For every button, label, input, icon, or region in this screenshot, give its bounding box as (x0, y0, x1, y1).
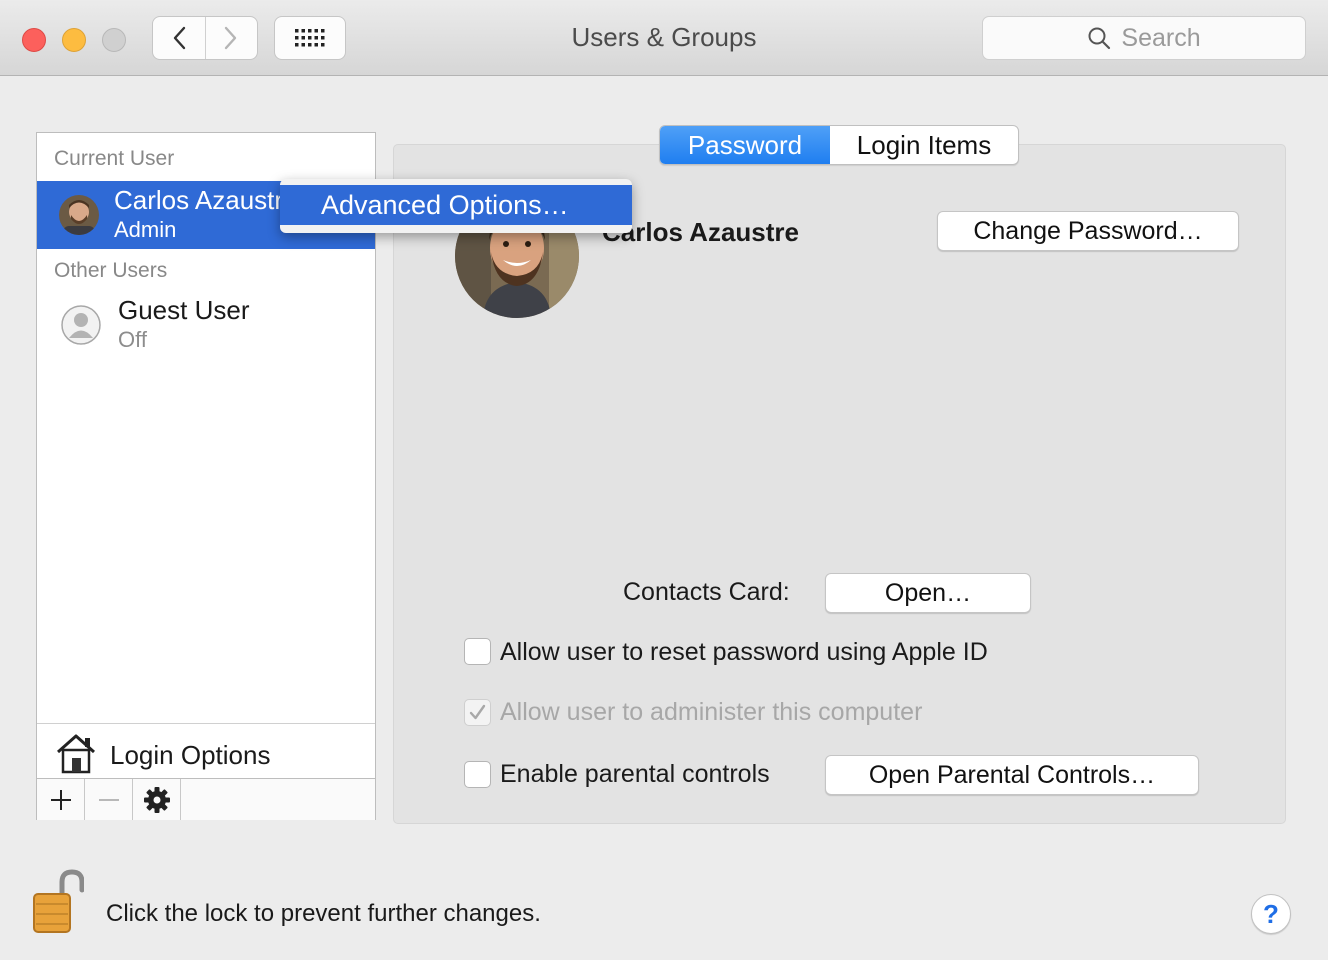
open-parental-controls-button[interactable]: Open Parental Controls… (825, 755, 1199, 795)
action-menu-button[interactable] (133, 779, 181, 820)
gear-icon (143, 786, 170, 813)
titlebar: Users & Groups Search (0, 0, 1328, 76)
remove-user-button[interactable] (85, 779, 133, 820)
user-name: Carlos Azaustre (114, 185, 284, 215)
user-name: Guest User (118, 295, 250, 325)
search-icon (1088, 27, 1111, 50)
tab-password[interactable]: Password (660, 126, 830, 164)
add-user-button[interactable] (37, 779, 85, 820)
tab-bar: Password Login Items (659, 125, 1019, 165)
minus-icon (98, 798, 119, 801)
tab-login-items[interactable]: Login Items (830, 126, 1018, 164)
contacts-card-label: Contacts Card: (623, 578, 790, 606)
sidebar-toolbar (37, 778, 375, 820)
context-menu: Advanced Options… (280, 179, 632, 233)
menu-item-advanced-options[interactable]: Advanced Options… (280, 185, 632, 225)
change-password-button[interactable]: Change Password… (937, 211, 1239, 251)
current-user-header: Current User (54, 147, 175, 170)
lock-status-text: Click the lock to prevent further change… (106, 900, 541, 927)
guest-avatar-icon (61, 305, 101, 345)
other-users-header: Other Users (54, 259, 168, 282)
lock-button[interactable] (32, 868, 85, 939)
help-button[interactable]: ? (1251, 894, 1291, 934)
users-sidebar: Current User Carlos Azaustre Admin Other… (36, 132, 376, 820)
allow-admin-checkbox[interactable] (464, 699, 491, 726)
login-options-label: Login Options (110, 740, 271, 770)
open-contacts-button[interactable]: Open… (825, 573, 1031, 613)
avatar (59, 195, 99, 235)
lock-open-icon (33, 869, 85, 933)
allow-reset-label: Allow user to reset password using Apple… (500, 638, 988, 666)
parental-controls-checkbox[interactable] (464, 761, 491, 788)
plus-icon (50, 789, 71, 810)
allow-admin-label: Allow user to administer this computer (500, 698, 923, 726)
user-row-guest[interactable]: Guest User Off (37, 291, 375, 359)
checkmark-icon (469, 704, 486, 720)
login-options-row[interactable]: Login Options (37, 723, 375, 779)
user-role: Admin (114, 217, 177, 242)
house-icon (57, 734, 95, 774)
allow-reset-checkbox[interactable] (464, 638, 491, 665)
search-field[interactable]: Search (982, 16, 1306, 60)
user-status: Off (118, 327, 147, 352)
search-placeholder: Search (1121, 23, 1201, 52)
parental-controls-label: Enable parental controls (500, 760, 770, 788)
